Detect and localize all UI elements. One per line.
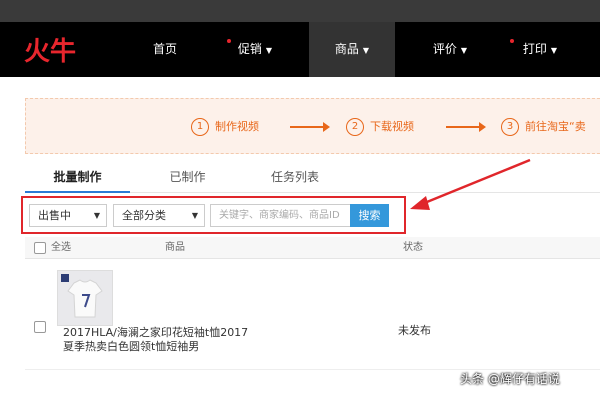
search-button[interactable]: 搜索 — [350, 204, 389, 227]
product-column-header: 商品 — [165, 242, 185, 253]
brand-tag-icon — [61, 274, 69, 282]
nav-item-label: 首页 — [152, 42, 177, 56]
notification-dot — [227, 39, 231, 43]
product-name[interactable]: 2017HLA/海澜之家印花短袖t恤2017夏季热卖白色圆领t恤短袖男 — [63, 326, 253, 354]
nav-item-label: 促销 — [237, 42, 262, 56]
tab-task-list[interactable]: 任务列表 — [260, 163, 330, 193]
nav-item-reviews[interactable]: 评价 ▼ — [410, 22, 490, 77]
top-navigation: 火牛 首页 促销 ▼ 商品 ▼ 评价 ▼ 打印 ▼ — [0, 22, 600, 77]
step-label: 前往淘宝“卖 — [525, 120, 586, 133]
status-select-value: 出售中 — [38, 209, 71, 222]
select-all-checkbox[interactable] — [34, 242, 46, 254]
nav-item-home[interactable]: 首页 — [130, 22, 200, 77]
step-number: 3 — [501, 118, 519, 136]
watermark: 头条 @辉仔有话说 — [460, 372, 560, 386]
notification-dot — [510, 39, 514, 43]
nav-item-label: 商品 — [334, 42, 359, 56]
nav-item-promotion[interactable]: 促销 ▼ — [215, 22, 295, 77]
caret-down-icon: ▼ — [265, 46, 273, 55]
workflow-steps: 1 制作视频 2 下载视频 3 前往淘宝“卖 — [25, 98, 600, 154]
step-number: 1 — [191, 118, 209, 136]
browser-top-bar — [0, 0, 600, 22]
table-row: 2017HLA/海澜之家印花短袖t恤2017夏季热卖白色圆领t恤短袖男 未发布 — [25, 260, 600, 370]
nav-item-label: 打印 — [522, 42, 547, 56]
row-checkbox[interactable] — [34, 321, 46, 333]
tab-created[interactable]: 已制作 — [155, 163, 220, 193]
category-select-value: 全部分类 — [122, 209, 166, 222]
table-header: 全选 商品 状态 — [25, 237, 600, 259]
caret-down-icon: ▼ — [191, 211, 198, 220]
step-number: 2 — [346, 118, 364, 136]
nav-item-products[interactable]: 商品 ▼ — [309, 22, 395, 77]
status-badge: 未发布 — [398, 324, 431, 337]
arrow-right-icon — [290, 122, 330, 132]
caret-down-icon: ▼ — [362, 46, 370, 55]
nav-item-label: 评价 — [432, 42, 457, 56]
step-label: 下载视频 — [370, 120, 414, 133]
product-thumbnail[interactable] — [57, 270, 113, 326]
brand-logo-text: 火牛 — [24, 37, 76, 66]
status-column-header: 状态 — [403, 242, 423, 253]
step-label: 制作视频 — [215, 120, 259, 133]
step-3: 3 前往淘宝“卖 — [501, 117, 586, 137]
select-all-label: 全选 — [51, 242, 71, 253]
brand-logo[interactable]: 火牛 — [24, 34, 88, 66]
step-1: 1 制作视频 — [191, 117, 259, 137]
nav-item-print[interactable]: 打印 ▼ — [500, 22, 580, 77]
tab-bar: 批量制作 已制作 任务列表 — [25, 163, 600, 193]
search-input[interactable]: 关键字、商家编码、商品ID — [210, 204, 350, 227]
status-select[interactable]: 出售中 ▼ — [29, 204, 107, 227]
arrow-right-icon — [446, 122, 486, 132]
caret-down-icon: ▼ — [550, 46, 558, 55]
tab-batch-create[interactable]: 批量制作 — [25, 163, 130, 193]
category-select[interactable]: 全部分类 ▼ — [113, 204, 205, 227]
step-2: 2 下载视频 — [346, 117, 414, 137]
caret-down-icon: ▼ — [93, 211, 100, 220]
caret-down-icon: ▼ — [460, 46, 468, 55]
